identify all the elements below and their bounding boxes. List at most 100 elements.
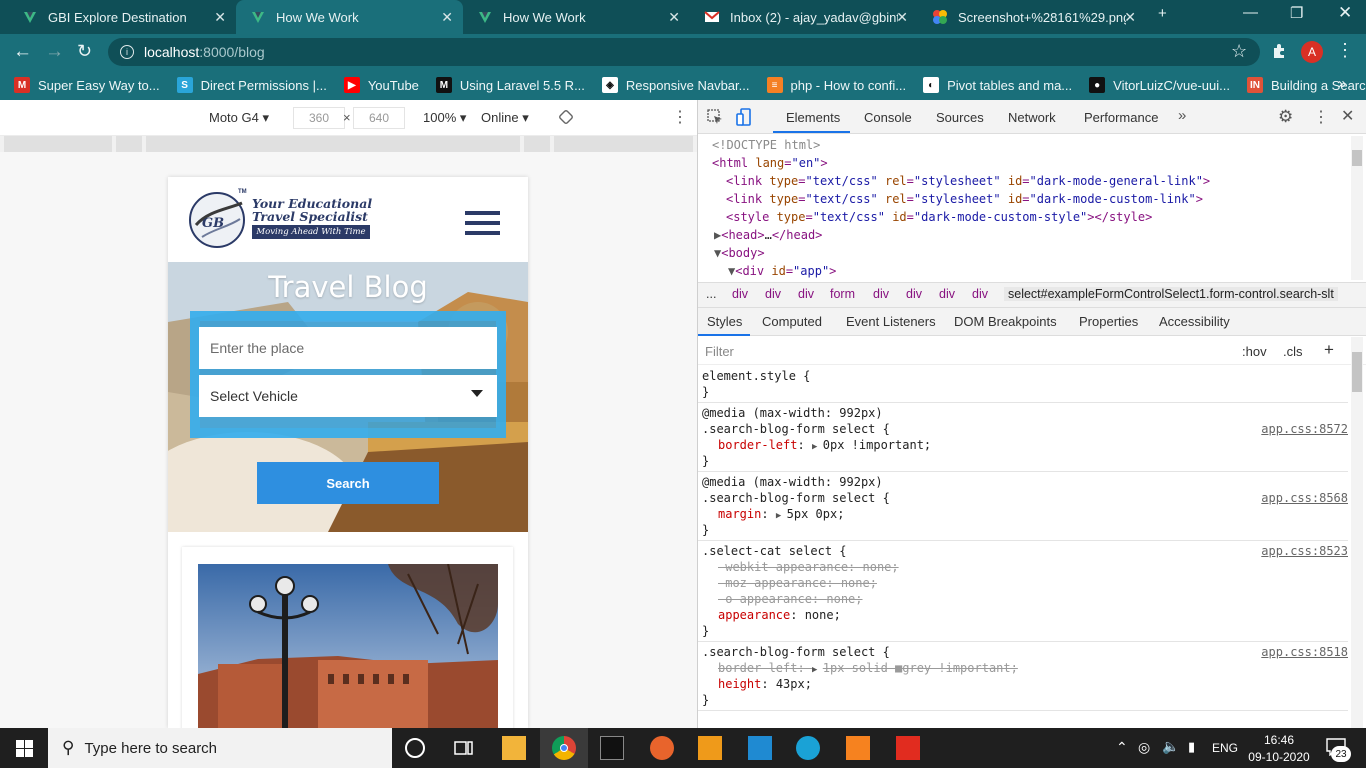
- style-rule[interactable]: @media (max-width: 992px) .search-blog-fo…: [698, 472, 1348, 541]
- reload-icon[interactable]: ↻: [77, 41, 92, 62]
- terminal-icon[interactable]: [600, 736, 624, 760]
- breadcrumb-item[interactable]: div: [939, 287, 955, 301]
- close-tab-icon[interactable]: ✕: [668, 9, 680, 26]
- battery-icon[interactable]: ▮: [1188, 739, 1195, 755]
- breadcrumb-item[interactable]: div: [972, 287, 988, 301]
- css-declaration[interactable]: -webkit-appearance: none;: [718, 560, 899, 574]
- rule-source-link[interactable]: app.css:8568: [1261, 491, 1348, 505]
- breadcrumb-item[interactable]: div: [732, 287, 748, 301]
- extensions-icon[interactable]: [1271, 43, 1287, 59]
- styles-subtab-properties[interactable]: Properties: [1079, 314, 1138, 329]
- css-declaration[interactable]: height: 43px;: [718, 677, 812, 691]
- css-declaration[interactable]: -moz-appearance: none;: [718, 576, 877, 590]
- tray-overflow-icon[interactable]: ⌃: [1116, 739, 1128, 756]
- devtools-menu-icon[interactable]: ⋮: [1313, 107, 1329, 127]
- input-language[interactable]: ENG: [1212, 741, 1238, 755]
- breadcrumb-overflow[interactable]: ...: [706, 287, 716, 301]
- new-tab-button[interactable]: +: [1158, 5, 1167, 22]
- adobe-reader-icon[interactable]: [896, 736, 920, 760]
- style-rule[interactable]: @media (max-width: 992px) .search-blog-fo…: [698, 403, 1348, 472]
- close-tab-icon[interactable]: ✕: [896, 9, 908, 26]
- close-tab-icon[interactable]: ✕: [214, 9, 226, 26]
- styles-scrollbar[interactable]: [1351, 337, 1363, 728]
- cls-toggle[interactable]: .cls: [1283, 344, 1303, 359]
- xampp-icon[interactable]: [846, 736, 870, 760]
- windows-start-icon[interactable]: [16, 740, 33, 757]
- task-view-icon[interactable]: [454, 739, 474, 757]
- zoom-select[interactable]: 100% ▾: [423, 110, 466, 126]
- volume-icon[interactable]: 🔈: [1162, 738, 1179, 755]
- style-rule[interactable]: .select-cat select {app.css:8523 -webkit-…: [698, 541, 1348, 642]
- dom-node-line[interactable]: <link type="text/css" rel="stylesheet" i…: [726, 174, 1210, 188]
- bookmark-item[interactable]: ▶ YouTube: [343, 77, 419, 93]
- bookmark-item[interactable]: IN Building a Search E...: [1246, 77, 1366, 93]
- new-style-rule-icon[interactable]: +: [1324, 340, 1334, 360]
- clock-date[interactable]: 09-10-2020: [1246, 750, 1312, 764]
- sublime-text-icon[interactable]: [698, 736, 722, 760]
- bookmark-item[interactable]: ≡ php - How to confi...: [766, 77, 906, 93]
- breadcrumb-item[interactable]: div: [873, 287, 889, 301]
- breadcrumb-item[interactable]: form: [830, 287, 855, 301]
- cortana-icon[interactable]: [405, 738, 425, 758]
- browser-menu-icon[interactable]: ⋮: [1336, 40, 1354, 61]
- browser-tab[interactable]: Inbox (2) - ajay_yadav@gbinter ✕: [690, 0, 918, 34]
- styles-scrollbar-thumb[interactable]: [1352, 352, 1362, 392]
- styles-subtab-dom-breakpoints[interactable]: DOM Breakpoints: [954, 314, 1057, 329]
- device-toggle-icon[interactable]: [735, 107, 753, 127]
- bookmark-item[interactable]: S Direct Permissions |...: [176, 77, 327, 93]
- dom-node-line[interactable]: ▼<div id="app">: [728, 264, 836, 278]
- edge-icon[interactable]: [796, 736, 820, 760]
- styles-subtab-styles[interactable]: Styles: [707, 314, 742, 329]
- file-explorer-icon[interactable]: [502, 736, 526, 760]
- css-declaration[interactable]: border-left: ▶ 1px solid ■grey !importan…: [718, 661, 1018, 675]
- taskbar-search-box[interactable]: ⚲ Type here to search: [48, 728, 392, 768]
- rule-source-link[interactable]: app.css:8523: [1261, 544, 1348, 558]
- breadcrumb-item[interactable]: select#exampleFormControlSelect1.form-co…: [1004, 287, 1338, 301]
- bookmark-item[interactable]: ● VitorLuizC/vue-uui...: [1089, 77, 1230, 93]
- clock-time[interactable]: 16:46: [1250, 733, 1308, 747]
- viewport-width-input[interactable]: 360: [293, 107, 345, 129]
- device-select[interactable]: Moto G4 ▾: [209, 110, 269, 126]
- css-declaration[interactable]: -o-appearance: none;: [718, 592, 863, 606]
- bookmark-item[interactable]: ◈ Responsive Navbar...: [601, 77, 750, 93]
- bookmarks-overflow-icon[interactable]: »: [1338, 75, 1346, 92]
- css-declaration[interactable]: margin: ▶ 5px 0px;: [718, 507, 844, 521]
- devtools-tab-elements[interactable]: Elements: [786, 110, 840, 125]
- browser-tab[interactable]: GBI Explore Destination ✕: [8, 0, 236, 34]
- devtools-tab-sources[interactable]: Sources: [936, 110, 984, 125]
- device-toolbar-menu-icon[interactable]: ⋮: [672, 107, 688, 127]
- minimize-icon[interactable]: —: [1243, 4, 1258, 21]
- css-declaration[interactable]: border-left: ▶ 0px !important;: [718, 438, 931, 452]
- browser-tab[interactable]: How We Work ✕: [236, 0, 463, 34]
- back-icon[interactable]: ←: [13, 41, 32, 63]
- rule-source-link[interactable]: app.css:8572: [1261, 422, 1348, 436]
- rule-source-link[interactable]: app.css:8518: [1261, 645, 1348, 659]
- close-devtools-icon[interactable]: ✕: [1341, 106, 1354, 126]
- style-rule[interactable]: .search-blog-form select {app.css:8518 bo…: [698, 642, 1348, 711]
- place-input[interactable]: Enter the place: [199, 327, 497, 369]
- more-tabs-icon[interactable]: »: [1178, 107, 1186, 124]
- forward-icon[interactable]: →: [45, 41, 64, 63]
- devtools-tab-console[interactable]: Console: [864, 110, 912, 125]
- dom-node-line[interactable]: <style type="text/css" id="dark-mode-cus…: [726, 210, 1152, 224]
- vscode-icon[interactable]: [748, 736, 772, 760]
- avatar[interactable]: A: [1301, 41, 1323, 63]
- browser-tab[interactable]: How We Work ✕: [463, 0, 690, 34]
- breadcrumb-item[interactable]: div: [798, 287, 814, 301]
- styles-filter-input[interactable]: Filter: [700, 340, 1230, 362]
- network-throttle-select[interactable]: Online ▾: [481, 110, 529, 126]
- hamburger-menu-icon[interactable]: [465, 211, 500, 235]
- style-rule[interactable]: element.style {}: [698, 366, 1348, 403]
- dom-scrollbar-thumb[interactable]: [1352, 150, 1362, 166]
- bookmark-item[interactable]: ◐ Pivot tables and ma...: [923, 77, 1072, 93]
- dom-node-line[interactable]: <link type="text/css" rel="stylesheet" i…: [726, 192, 1203, 206]
- devtools-tab-network[interactable]: Network: [1008, 110, 1056, 125]
- breadcrumb-item[interactable]: div: [765, 287, 781, 301]
- styles-subtab-accessibility[interactable]: Accessibility: [1159, 314, 1230, 329]
- bookmark-item[interactable]: M Using Laravel 5.5 R...: [435, 77, 585, 93]
- dom-node-line[interactable]: <html lang="en">: [712, 156, 828, 170]
- browser-tab[interactable]: Screenshot+%28161%29.png (✕: [918, 0, 1146, 34]
- close-tab-icon[interactable]: ✕: [441, 9, 453, 26]
- settings-gear-icon[interactable]: ⚙: [1278, 107, 1293, 127]
- expand-arrow-icon[interactable]: ▶: [812, 442, 823, 452]
